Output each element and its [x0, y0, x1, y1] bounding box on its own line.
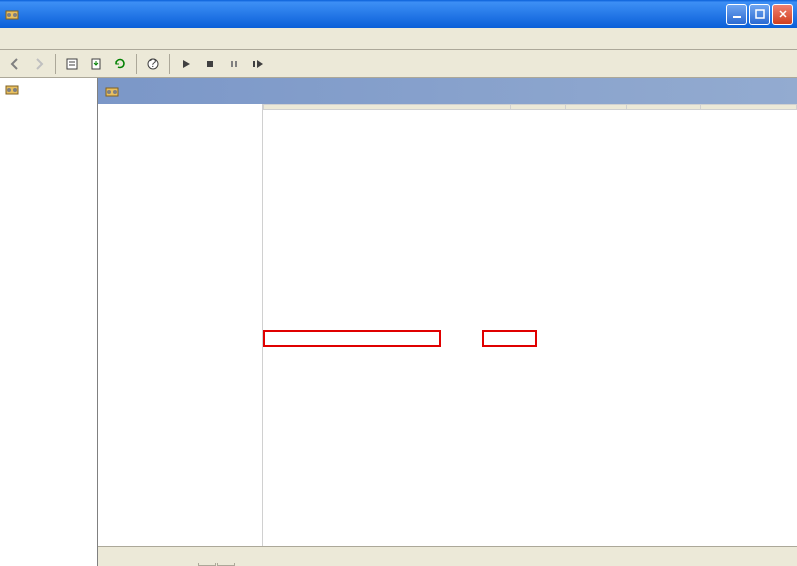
right-pane — [98, 78, 797, 566]
highlight-box-name — [263, 330, 441, 347]
menu-help[interactable] — [40, 37, 52, 41]
col-name[interactable] — [264, 105, 511, 110]
toolbar: ? — [0, 50, 797, 78]
main-area — [0, 78, 797, 566]
col-start[interactable] — [626, 105, 700, 110]
export-button[interactable] — [85, 53, 107, 75]
bottom-tabs — [98, 546, 797, 566]
service-list[interactable] — [263, 104, 797, 546]
stop-button[interactable] — [199, 53, 221, 75]
highlight-box-status — [482, 330, 537, 347]
restart-button[interactable] — [247, 53, 269, 75]
back-button[interactable] — [4, 53, 26, 75]
menu-view[interactable] — [28, 37, 40, 41]
col-status[interactable] — [566, 105, 626, 110]
help-button[interactable]: ? — [142, 53, 164, 75]
col-desc[interactable] — [511, 105, 566, 110]
col-logon[interactable] — [700, 105, 796, 110]
close-button[interactable] — [772, 4, 793, 25]
start-button[interactable] — [175, 53, 197, 75]
tree-root-item[interactable] — [2, 80, 95, 98]
svg-text:?: ? — [150, 57, 157, 70]
panel-header-icon — [104, 83, 120, 99]
maximize-button[interactable] — [749, 4, 770, 25]
menu-bar — [0, 28, 797, 50]
refresh-button[interactable] — [109, 53, 131, 75]
panel-body — [98, 104, 797, 546]
pause-button[interactable] — [223, 53, 245, 75]
tree-pane — [0, 78, 98, 566]
menu-file[interactable] — [4, 37, 16, 41]
menu-action[interactable] — [16, 37, 28, 41]
column-headers — [264, 105, 797, 110]
title-bar — [0, 0, 797, 28]
app-icon — [4, 6, 20, 22]
properties-button[interactable] — [61, 53, 83, 75]
forward-button[interactable] — [28, 53, 50, 75]
services-icon — [4, 81, 20, 97]
minimize-button[interactable] — [726, 4, 747, 25]
panel-header — [98, 78, 797, 104]
description-pane — [98, 104, 263, 546]
